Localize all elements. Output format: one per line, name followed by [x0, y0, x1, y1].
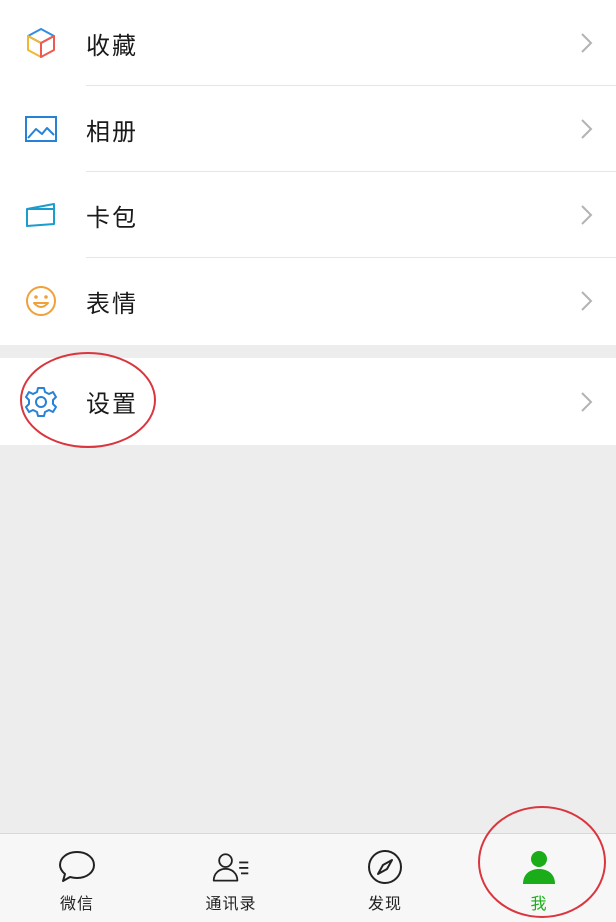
tab-contacts[interactable]: 通讯录 [154, 834, 308, 922]
chevron-right-icon [581, 205, 593, 225]
cube-icon [22, 24, 60, 62]
menu-item-card-wallet[interactable]: 卡包 [0, 171, 616, 258]
smiley-icon [22, 282, 60, 320]
menu-item-favorites[interactable]: 收藏 [0, 0, 616, 86]
chat-bubble-icon [57, 848, 97, 886]
chevron-right-icon [581, 33, 593, 53]
menu-item-label: 收藏 [86, 31, 138, 60]
menu-item-label: 卡包 [86, 203, 138, 232]
gear-icon [22, 383, 60, 421]
tab-label: 通讯录 [205, 894, 257, 913]
image-icon [22, 110, 60, 148]
menu-item-settings[interactable]: 设置 [0, 358, 616, 445]
tab-me[interactable]: 我 [462, 834, 616, 922]
menu-item-label: 相册 [86, 117, 138, 146]
tab-discover[interactable]: 发现 [308, 834, 462, 922]
menu-item-stickers[interactable]: 表情 [0, 257, 616, 344]
chevron-right-icon [581, 391, 593, 412]
bottom-tab-bar: 微信 通讯录 发现 我 [0, 833, 616, 922]
card-wallet-icon [22, 196, 60, 234]
chevron-right-icon [581, 291, 593, 311]
contacts-icon [211, 848, 251, 886]
tab-label: 我 [530, 894, 548, 913]
tab-label: 发现 [367, 894, 402, 913]
menu-group-settings: 设置 [0, 358, 616, 445]
menu-item-album[interactable]: 相册 [0, 85, 616, 172]
menu-item-label: 设置 [86, 390, 138, 418]
tab-chats[interactable]: 微信 [0, 834, 154, 922]
compass-icon [365, 848, 405, 886]
chevron-right-icon [581, 119, 593, 139]
menu-group-main: 收藏 相册 卡包 表情 [0, 0, 616, 345]
person-icon [519, 848, 559, 886]
menu-item-label: 表情 [86, 289, 138, 318]
tab-label: 微信 [59, 894, 94, 913]
